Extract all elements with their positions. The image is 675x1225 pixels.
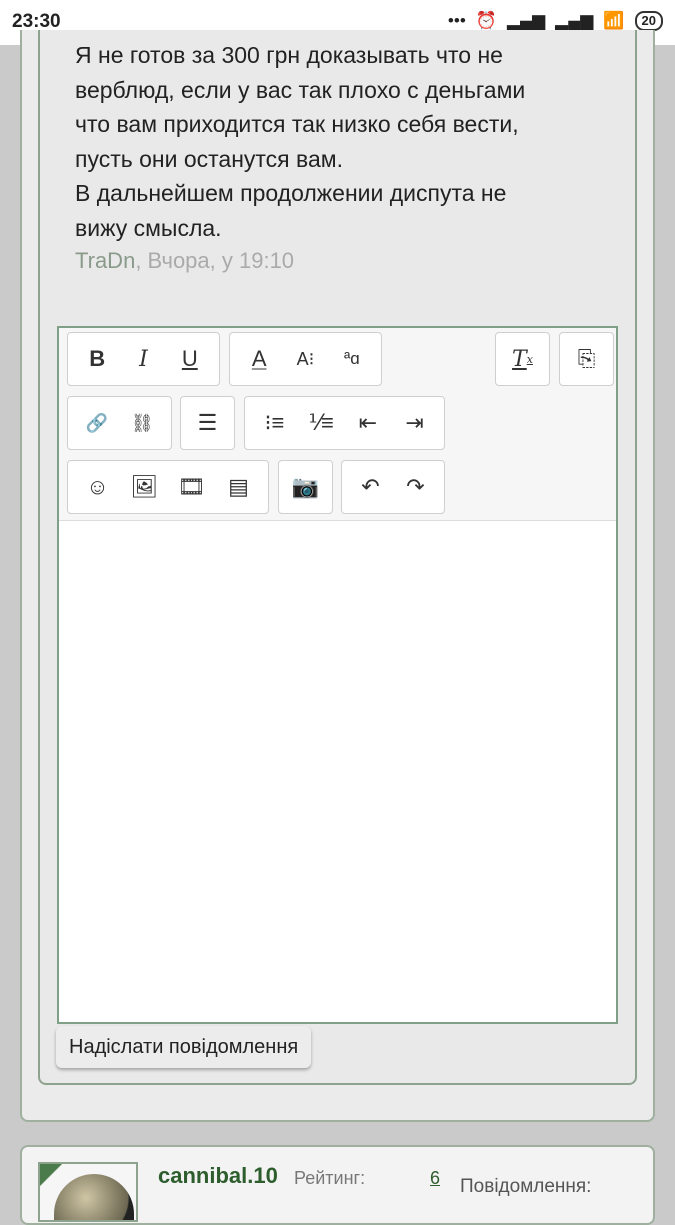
camera-icon[interactable]: 📷 bbox=[288, 469, 324, 505]
post-meta: TraDn, Вчора, у 19:10 bbox=[75, 248, 294, 274]
text-line: Я не готов за 300 грн доказывать что не bbox=[75, 42, 503, 68]
list-group: ⁝≡ ⅟≡ ⇤ ⇥ bbox=[244, 396, 445, 450]
signal-icon: ▂▄▆ bbox=[506, 11, 546, 30]
message-textarea[interactable] bbox=[59, 520, 616, 1022]
wifi-icon: 📶 bbox=[603, 11, 625, 30]
text-line: вижу смысла. bbox=[75, 214, 222, 241]
rich-text-editor: B I U A A⁝ ªɑ Tx ⎘ 🔗 ⛓ ☰ ⁝≡ ⅟≡ ⇤ ⇥ ☺ 🖼 🎞… bbox=[57, 326, 618, 1024]
send-message-button[interactable]: Надіслати повідомлення bbox=[56, 1026, 312, 1068]
link-group: 🔗 ⛓ bbox=[67, 396, 172, 450]
signal-icon: ▂▄▆ bbox=[555, 11, 594, 30]
author-link[interactable]: TraDn bbox=[75, 248, 135, 273]
rating-label: Рейтинг: bbox=[294, 1168, 366, 1188]
battery-icon: 20 bbox=[634, 11, 663, 31]
italic-button[interactable]: I bbox=[125, 341, 161, 377]
underline-button[interactable]: U bbox=[172, 341, 208, 377]
font-family-button[interactable]: ªɑ bbox=[334, 341, 370, 377]
text-line: верблюд, если у вас так плохо с деньгами bbox=[75, 76, 526, 103]
post-text: Я не готов за 300 грн доказывать что не … bbox=[75, 38, 595, 246]
avatar[interactable] bbox=[38, 1162, 138, 1222]
unlink-icon[interactable]: ⛓ bbox=[124, 405, 160, 441]
link-icon[interactable]: 🔗 bbox=[79, 405, 115, 441]
align-group: ☰ bbox=[180, 396, 235, 450]
more-notifications-icon: ••• bbox=[447, 11, 466, 30]
text-line: В дальнейшем продолжении диспута не bbox=[75, 180, 507, 207]
insert-group: ☺ 🖼 🎞 ▤ bbox=[67, 460, 269, 514]
text-line: что вам приходится так низко себя вести, bbox=[75, 111, 519, 138]
bold-button[interactable]: B bbox=[79, 341, 115, 377]
bullet-list-icon[interactable]: ⁝≡ bbox=[256, 405, 292, 441]
source-mode-icon[interactable]: ⎘ bbox=[569, 341, 605, 377]
media-icon[interactable]: 🎞 bbox=[174, 469, 210, 505]
remove-format-button[interactable]: Tx bbox=[505, 341, 541, 377]
remove-format-group: Tx bbox=[495, 332, 550, 386]
text-line: пусть они останутся вам. bbox=[75, 145, 343, 172]
rating-value-link[interactable]: 6 bbox=[430, 1168, 440, 1189]
username-link[interactable]: cannibal.10 bbox=[158, 1163, 278, 1189]
numbered-list-icon[interactable]: ⅟≡ bbox=[303, 405, 339, 441]
outdent-icon[interactable]: ⇤ bbox=[350, 405, 386, 441]
align-left-icon[interactable]: ☰ bbox=[190, 405, 226, 441]
messages-label: Повідомлення: bbox=[460, 1176, 592, 1197]
image-icon[interactable]: 🖼 bbox=[127, 469, 163, 505]
template-icon[interactable]: ▤ bbox=[221, 469, 257, 505]
font-size-button[interactable]: A⁝ bbox=[287, 341, 323, 377]
undo-icon[interactable]: ↶ bbox=[353, 469, 389, 505]
status-icons: ••• ⏰ ▂▄▆ ▂▄▆ 📶 20 bbox=[448, 11, 663, 31]
alarm-icon: ⏰ bbox=[475, 11, 497, 30]
indent-icon[interactable]: ⇥ bbox=[397, 405, 433, 441]
smiley-icon[interactable]: ☺ bbox=[80, 469, 116, 505]
font-group: A A⁝ ªɑ bbox=[229, 332, 382, 386]
format-group: B I U bbox=[67, 332, 220, 386]
post-date: , Вчора, у 19:10 bbox=[135, 248, 295, 273]
redo-icon[interactable]: ↷ bbox=[398, 469, 434, 505]
camera-group: 📷 bbox=[278, 460, 333, 514]
history-group: ↶ ↷ bbox=[341, 460, 445, 514]
text-color-button[interactable]: A bbox=[241, 341, 277, 377]
source-group: ⎘ bbox=[559, 332, 614, 386]
